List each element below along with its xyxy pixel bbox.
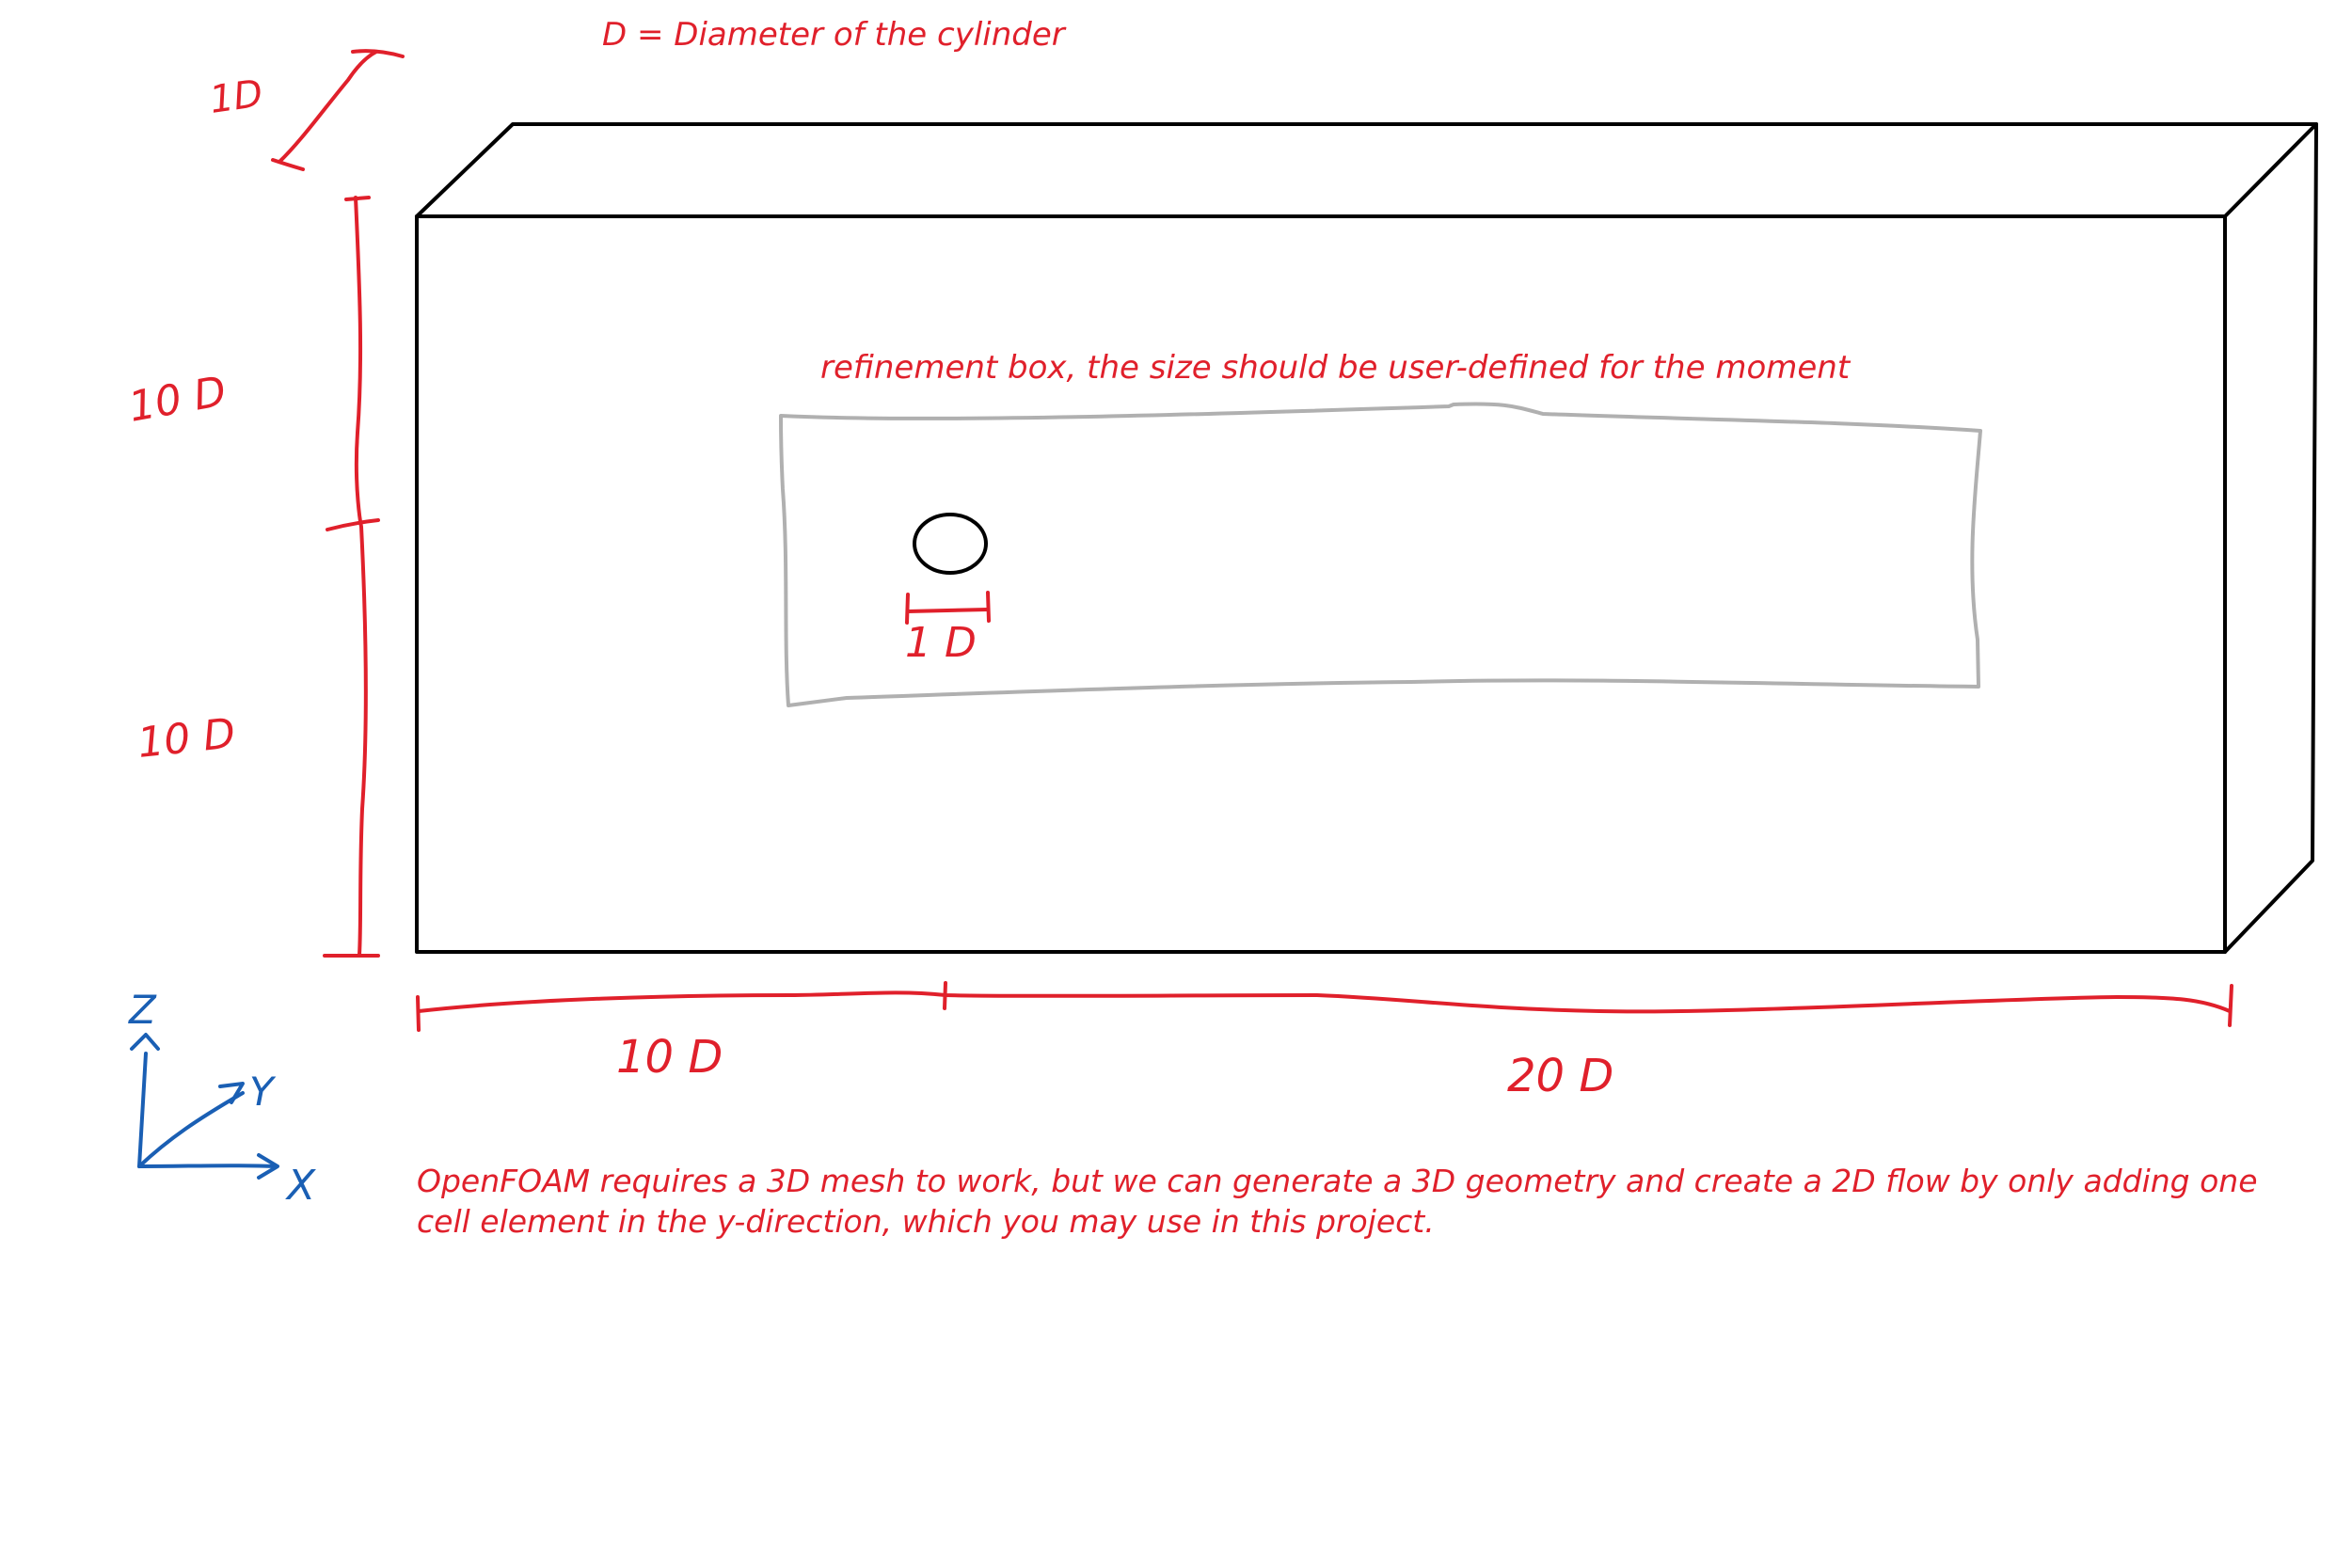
refinement-box-note: refinement box, the size should be user-… [820, 349, 1851, 387]
height-dimension-tick-top [344, 196, 371, 201]
domain-front-face [415, 214, 2227, 954]
cylinder-diameter-line [906, 608, 990, 613]
depth-dimension-label: 1D [207, 72, 265, 122]
depth-dimension-tick-bottom [271, 158, 305, 171]
diagram-canvas: D = Diameter of the cylinder 1D 10 D 10 … [125, 16, 2318, 1240]
cylinder-diameter-label: 1 D [905, 619, 977, 667]
y-axis-label: Y [249, 1069, 277, 1115]
x-axis-line [137, 1164, 277, 1168]
downstream-length-label: 20 D [1507, 1050, 1613, 1102]
depth-dimension-tick-top [351, 49, 405, 58]
length-dimension-tick-right [2228, 984, 2233, 1027]
length-dimension-line [417, 990, 2232, 1014]
length-dimension-tick-mid [943, 981, 947, 1010]
lower-height-label: 10 D [135, 709, 238, 768]
upstream-length-label: 10 D [616, 1031, 723, 1084]
cylinder [913, 513, 988, 575]
upper-height-label: 10 D [125, 368, 230, 432]
height-dimension-line [354, 196, 368, 957]
z-axis-line [137, 1052, 148, 1168]
openfoam-note-line1: OpenFOAM requires a 3D mesh to work, but… [417, 1163, 2258, 1199]
domain-side-face [2223, 122, 2318, 954]
length-dimension-tick-left [416, 995, 421, 1032]
coordinate-axes: Z Y X [128, 987, 316, 1210]
y-axis-line [137, 1091, 245, 1168]
z-axis-arrowhead [130, 1033, 160, 1051]
domain-box [415, 122, 2318, 954]
diameter-definition: D = Diameter of the cylinder [602, 16, 1067, 54]
depth-dimension-line [278, 50, 378, 164]
domain-top-face [415, 122, 2318, 218]
height-dimension-tick-mid [326, 518, 380, 531]
openfoam-note-line2: cell element in the y-direction, which y… [417, 1203, 1435, 1240]
cylinder-diameter-tick-right [986, 591, 991, 623]
z-axis-label: Z [128, 987, 157, 1033]
x-axis-label: X [285, 1162, 316, 1210]
